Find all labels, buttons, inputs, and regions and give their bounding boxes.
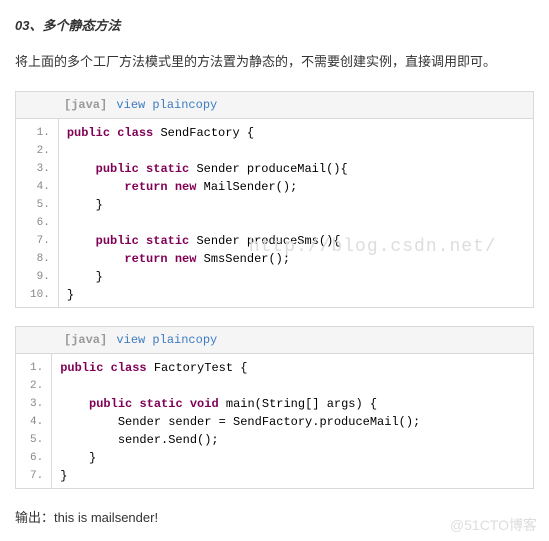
code-body: 1.2.3.4.5.6.7. public class FactoryTest …	[16, 354, 533, 488]
code-lang-label: [java]	[64, 98, 107, 112]
text-token: }	[67, 198, 117, 212]
text-token	[168, 180, 175, 194]
section-heading: 03、多个静态方法	[15, 15, 534, 34]
text-token: }	[60, 469, 82, 483]
text-token	[168, 252, 175, 266]
line-number: 6.	[16, 213, 58, 231]
keyword-token: static	[146, 162, 189, 176]
keyword-token: public	[67, 126, 110, 140]
keyword-token: class	[111, 361, 147, 375]
line-number: 6.	[16, 448, 51, 466]
code-block-2: [java] view plaincopy 1.2.3.4.5.6.7. pub…	[15, 326, 534, 489]
text-token	[60, 379, 74, 393]
text-token: FactoryTest {	[147, 361, 262, 375]
code-line: public static void main(String[] args) {	[52, 394, 533, 412]
view-plaincopy-link[interactable]: view plaincopy	[116, 333, 217, 347]
line-number: 8.	[16, 249, 58, 267]
code-line	[59, 141, 533, 159]
text-token: }	[67, 288, 89, 302]
code-line: public static Sender produceSms(){	[59, 231, 533, 249]
output-label: 输出：	[15, 510, 54, 525]
output-line: 输出：this is mailsender!	[15, 507, 534, 526]
keyword-token: new	[175, 252, 197, 266]
line-number: 4.	[16, 177, 58, 195]
text-token: Sender produceSms(){	[189, 234, 355, 248]
code-header: [java] view plaincopy	[16, 327, 533, 354]
line-number: 10.	[16, 285, 58, 303]
code-lines: http://blog.csdn.net/ public class SendF…	[59, 119, 533, 307]
text-token	[139, 234, 146, 248]
text-token	[67, 162, 96, 176]
code-line: }	[59, 195, 533, 213]
code-line: }	[52, 466, 533, 484]
text-token: MailSender();	[196, 180, 311, 194]
code-line	[59, 213, 533, 231]
keyword-token: public	[96, 162, 139, 176]
text-token: }	[67, 270, 117, 284]
line-number: 2.	[16, 376, 51, 394]
code-body: 1.2.3.4.5.6.7.8.9.10. http://blog.csdn.n…	[16, 119, 533, 307]
code-line: }	[59, 285, 533, 303]
keyword-token: void	[190, 397, 219, 411]
keyword-token: public	[96, 234, 139, 248]
code-lines: public class FactoryTest { public static…	[52, 354, 533, 488]
line-number: 7.	[16, 466, 51, 484]
text-token	[67, 144, 110, 158]
keyword-token: return	[124, 180, 167, 194]
text-token: main(String[] args) {	[219, 397, 421, 411]
keyword-token: new	[175, 180, 197, 194]
output-value: this is mailsender!	[54, 510, 158, 525]
keyword-token: public	[60, 361, 103, 375]
text-token	[67, 216, 110, 230]
code-line: return new SmsSender();	[59, 249, 533, 267]
code-line: public class FactoryTest {	[52, 358, 533, 376]
keyword-token: public	[89, 397, 132, 411]
text-token	[183, 397, 190, 411]
text-token	[67, 180, 125, 194]
code-block-1: [java] view plaincopy 1.2.3.4.5.6.7.8.9.…	[15, 91, 534, 308]
line-number: 2.	[16, 141, 58, 159]
line-number: 3.	[16, 159, 58, 177]
code-line: }	[59, 267, 533, 285]
text-token: SendFactory {	[153, 126, 268, 140]
code-line: Sender sender = SendFactory.produceMail(…	[52, 412, 533, 430]
text-token: SmsSender();	[196, 252, 304, 266]
line-number: 5.	[16, 195, 58, 213]
code-line: return new MailSender();	[59, 177, 533, 195]
keyword-token: class	[117, 126, 153, 140]
code-line: public class SendFactory {	[59, 123, 533, 141]
text-token	[103, 361, 110, 375]
line-number: 1.	[16, 123, 58, 141]
code-header: [java] view plaincopy	[16, 92, 533, 119]
text-token: sender.Send();	[60, 433, 233, 447]
line-number: 9.	[16, 267, 58, 285]
line-number: 1.	[16, 358, 51, 376]
line-number: 3.	[16, 394, 51, 412]
text-token	[67, 234, 96, 248]
keyword-token: static	[146, 234, 189, 248]
keyword-token: static	[139, 397, 182, 411]
text-token: }	[60, 451, 110, 465]
code-line: sender.Send();	[52, 430, 533, 448]
text-token: Sender sender = SendFactory.produceMail(…	[60, 415, 434, 429]
view-plaincopy-link[interactable]: view plaincopy	[116, 98, 217, 112]
keyword-token: return	[124, 252, 167, 266]
code-lang-label: [java]	[64, 333, 107, 347]
line-number: 4.	[16, 412, 51, 430]
line-number-gutter: 1.2.3.4.5.6.7.	[16, 354, 52, 488]
line-number: 7.	[16, 231, 58, 249]
code-line	[52, 376, 533, 394]
line-number-gutter: 1.2.3.4.5.6.7.8.9.10.	[16, 119, 59, 307]
code-line: public static Sender produceMail(){	[59, 159, 533, 177]
line-number: 5.	[16, 430, 51, 448]
code-line: }	[52, 448, 533, 466]
text-token	[139, 162, 146, 176]
intro-paragraph: 将上面的多个工厂方法模式里的方法置为静态的，不需要创建实例，直接调用即可。	[15, 52, 534, 73]
text-token	[67, 252, 125, 266]
text-token: Sender produceMail(){	[189, 162, 362, 176]
text-token	[60, 397, 89, 411]
